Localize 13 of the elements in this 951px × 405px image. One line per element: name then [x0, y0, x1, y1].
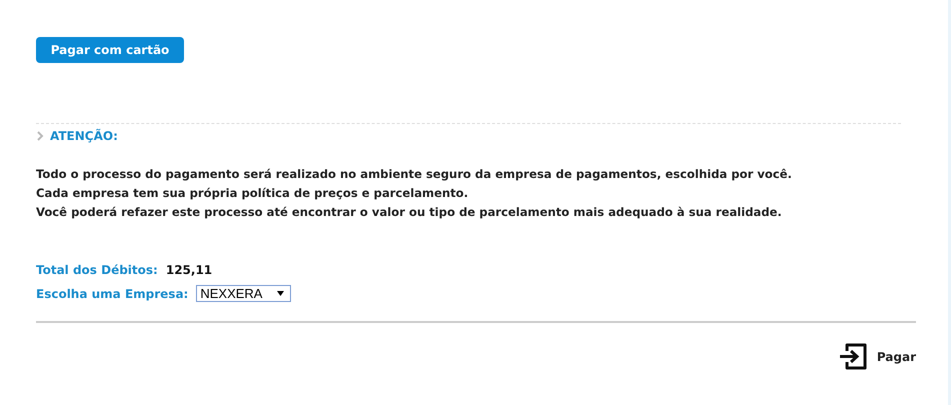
company-label: Escolha uma Empresa: — [36, 286, 188, 300]
total-value: 125,11 — [166, 263, 212, 277]
dropdown-arrow-icon — [277, 291, 284, 296]
pay-with-card-button[interactable]: Pagar com cartão — [36, 37, 184, 63]
chevron-icon — [37, 131, 44, 141]
pay-button[interactable]: Pagar — [838, 342, 916, 371]
notice-text: Todo o processo do pagamento será realizado no ambiente seguro da empresa de pagamentos, escolhida por você. — [36, 166, 793, 183]
total-label: Total dos Débitos: — [36, 263, 158, 277]
notice-heading: ATENÇÃO: — [50, 129, 118, 143]
exit-arrow-icon — [838, 342, 868, 371]
notice-text: Cada empresa tem sua própria política de preços e parcelamento. — [36, 185, 470, 202]
company-dropdown[interactable]: NEXXERA — [196, 285, 292, 302]
notice-text: Você poderá refazer este processo até encontrar o valor ou tipo de parcelamento mais adequado à sua realidade. — [36, 204, 783, 221]
